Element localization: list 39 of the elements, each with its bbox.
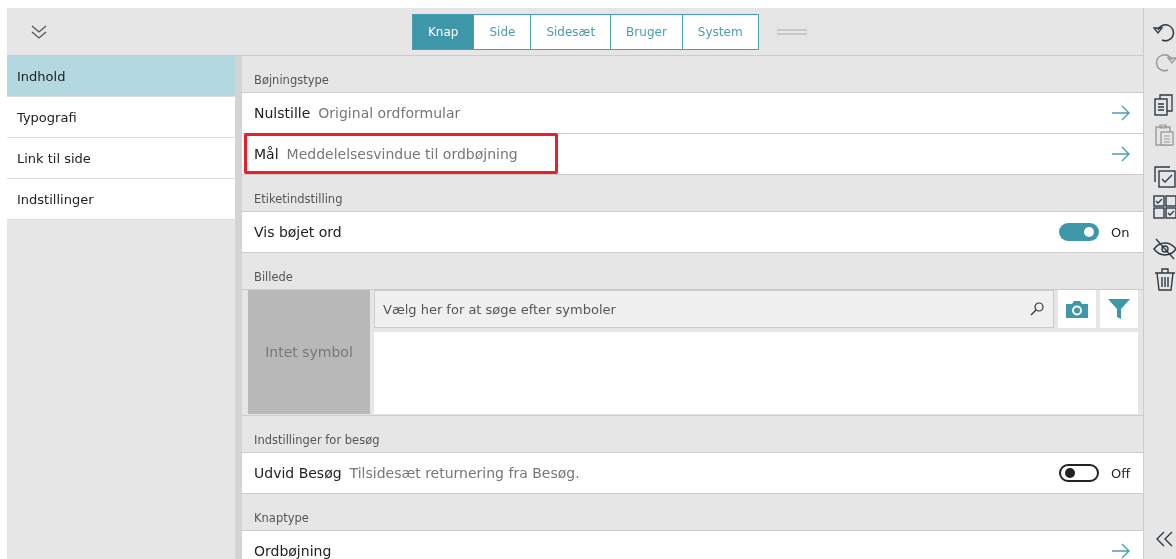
checkbox-grid-icon (1152, 194, 1176, 220)
row-detail: Tilsidesæt returnering fra Besøg. (349, 465, 581, 481)
drag-handle-icon (776, 27, 807, 36)
checked-square-button[interactable] (1152, 164, 1176, 190)
checked-square-icon (1152, 164, 1176, 190)
camera-button[interactable] (1058, 290, 1096, 328)
list-row[interactable]: Nulstille Original ordformular (242, 93, 1143, 134)
eye-slash-button[interactable] (1152, 236, 1176, 262)
checkbox-grid-button[interactable] (1152, 194, 1176, 220)
trash-icon (1152, 266, 1176, 292)
sidebar-item[interactable]: Indstillinger (7, 179, 235, 220)
list-row[interactable]: Mål Meddelelsesvindue til ordbøjning (242, 134, 1143, 175)
arrow-right-icon (1111, 105, 1131, 121)
row-detail: Meddelelsesvindue til ordbøjning (286, 146, 519, 162)
row-title: Ordbøjning (254, 543, 332, 559)
arrow-right-icon (1111, 543, 1131, 559)
filter-icon (1107, 298, 1131, 320)
eye-slash-icon (1152, 236, 1176, 262)
row-title: Nulstille (254, 105, 311, 121)
list-row[interactable]: Ordbøjning (242, 531, 1143, 559)
filter-button[interactable] (1100, 290, 1138, 328)
row-title: Udvid Besøg (254, 465, 342, 481)
toggle-label: On (1111, 224, 1131, 240)
toggle-switch[interactable] (1059, 464, 1099, 482)
arrow-right-icon (1111, 146, 1131, 162)
search-icon (1030, 302, 1044, 316)
sidebar-item[interactable]: Typografi (7, 97, 235, 138)
copy-icon (1152, 92, 1176, 118)
row-title: Vis bøjet ord (254, 224, 342, 240)
search-field[interactable]: Vælg her for at søge efter symboler (374, 290, 1054, 328)
trash-button[interactable] (1152, 266, 1176, 292)
camera-icon (1064, 299, 1090, 319)
row-title: Mål (254, 146, 279, 162)
copy-button[interactable] (1152, 92, 1176, 118)
sidebar-item[interactable]: Link til side (7, 138, 235, 179)
row-detail: Original ordformular (318, 105, 462, 121)
toggle-switch[interactable] (1059, 223, 1099, 241)
toggle-label: Off (1111, 465, 1131, 481)
sidebar-item[interactable]: Indhold (7, 56, 235, 97)
